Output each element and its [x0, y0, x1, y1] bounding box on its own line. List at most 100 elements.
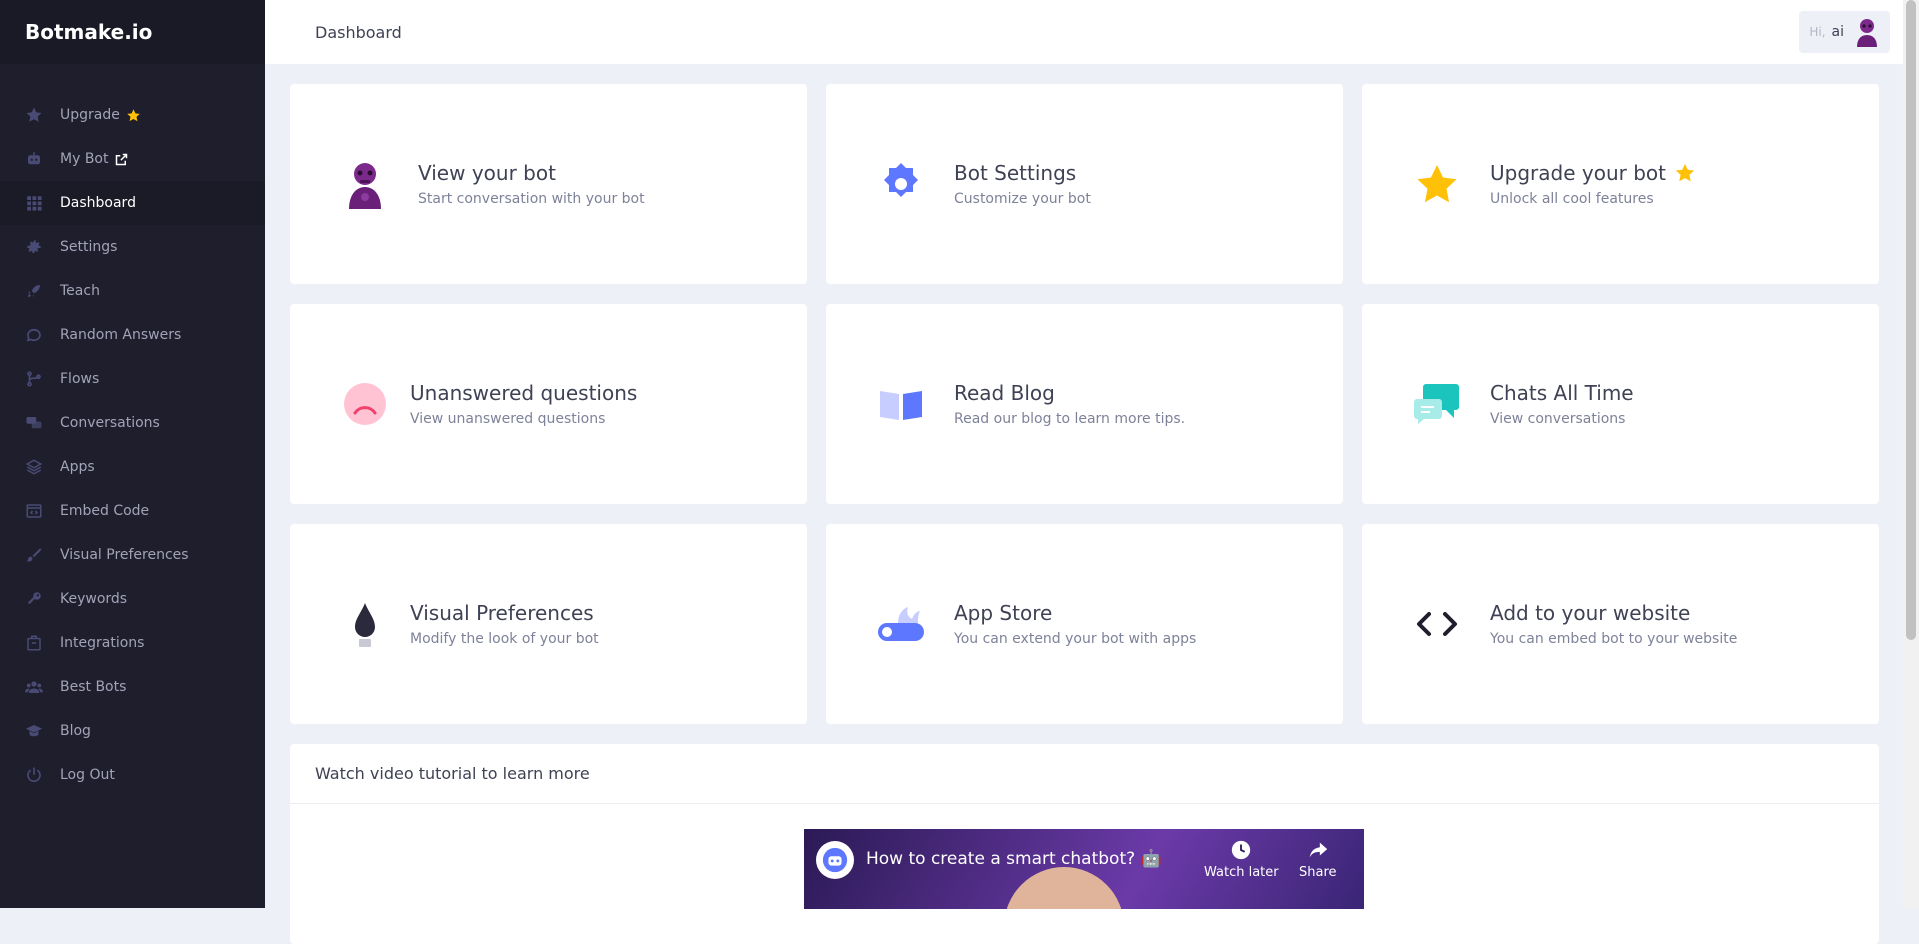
- users-icon: [25, 678, 43, 696]
- toggle-app-icon: [876, 599, 926, 649]
- user-menu[interactable]: Hi, ai: [1799, 11, 1890, 53]
- card-title: Bot Settings: [954, 161, 1077, 185]
- page-scrollbar[interactable]: [1903, 0, 1919, 908]
- sidebar-item-dashboard[interactable]: Dashboard: [0, 181, 265, 225]
- card-title: Chats All Time: [1490, 381, 1634, 405]
- sidebar-item-upgrade[interactable]: Upgrade: [0, 93, 265, 137]
- card-title: Unanswered questions: [410, 381, 638, 405]
- card-read-blog[interactable]: Read Blog Read our blog to learn more ti…: [826, 304, 1343, 504]
- sidebar-item-label: Apps: [60, 459, 95, 475]
- card-title: Add to your website: [1490, 601, 1691, 625]
- card-visual-preferences[interactable]: Visual Preferences Modify the look of yo…: [290, 524, 807, 724]
- star-badge-icon: [1675, 163, 1695, 182]
- username: ai: [1831, 24, 1844, 40]
- card-text: Chats All Time View conversations: [1490, 381, 1634, 427]
- card-text: Read Blog Read our blog to learn more ti…: [954, 381, 1185, 427]
- sidebar-item-label: Embed Code: [60, 503, 150, 519]
- sidebar-item-conversations[interactable]: Conversations: [0, 401, 265, 445]
- sidebar-item-integrations[interactable]: Integrations: [0, 621, 265, 665]
- chat-bubbles-icon: [1412, 379, 1462, 429]
- card-title: Visual Preferences: [410, 601, 594, 625]
- robot-avatar-icon: [340, 159, 390, 209]
- card-unanswered-questions[interactable]: Unanswered questions View unanswered que…: [290, 304, 807, 504]
- card-subtitle: Modify the look of your bot: [410, 631, 599, 647]
- sidebar-item-label: Random Answers: [60, 327, 182, 343]
- sidebar-item-best-bots[interactable]: Best Bots: [0, 665, 265, 709]
- sidebar-item-label: Blog: [60, 723, 91, 739]
- conversations-icon: [25, 414, 43, 432]
- flow-icon: [25, 370, 43, 388]
- sidebar-item-flows[interactable]: Flows: [0, 357, 265, 401]
- main-content: View your bot Start conversation with yo…: [290, 84, 1879, 944]
- star-badge-icon: [126, 108, 141, 123]
- card-subtitle: View conversations: [1490, 411, 1626, 427]
- sidebar: Botmake.io Upgrade My Bot Dashboard Sett…: [0, 0, 265, 908]
- briefcase-icon: [25, 634, 43, 652]
- card-text: Add to your website You can embed bot to…: [1490, 601, 1737, 647]
- card-app-store[interactable]: App Store You can extend your bot with a…: [826, 524, 1343, 724]
- card-bot-settings[interactable]: Bot Settings Customize your bot: [826, 84, 1343, 284]
- card-text: View your bot Start conversation with yo…: [418, 161, 645, 207]
- card-text: Unanswered questions View unanswered que…: [410, 381, 637, 427]
- card-subtitle: Read our blog to learn more tips.: [954, 411, 1186, 427]
- page-title: Dashboard: [315, 22, 402, 42]
- sidebar-item-apps[interactable]: Apps: [0, 445, 265, 489]
- card-text: Visual Preferences Modify the look of yo…: [410, 601, 599, 647]
- card-title: View your bot: [418, 161, 556, 185]
- star-icon: [25, 106, 43, 124]
- sidebar-item-random-answers[interactable]: Random Answers: [0, 313, 265, 357]
- greeting: Hi,: [1809, 25, 1826, 39]
- sidebar-item-teach[interactable]: Teach: [0, 269, 265, 313]
- sidebar-item-label: Visual Preferences: [60, 547, 189, 563]
- card-upgrade-your-bot[interactable]: Upgrade your bot Unlock all cool feature…: [1362, 84, 1879, 284]
- power-icon: [25, 766, 43, 784]
- chat-bubble-icon: [25, 326, 43, 344]
- code-brackets-icon: [1412, 599, 1462, 649]
- gear-icon: [25, 238, 43, 256]
- watch-later-button[interactable]: Watch later: [1204, 839, 1279, 880]
- brand-logo[interactable]: Botmake.io: [0, 0, 265, 64]
- sidebar-item-blog[interactable]: Blog: [0, 709, 265, 753]
- sidebar-item-label: My Bot: [60, 151, 109, 167]
- sidebar-item-embed-code[interactable]: Embed Code: [0, 489, 265, 533]
- card-text: Bot Settings Customize your bot: [954, 161, 1091, 207]
- sidebar-item-my-bot[interactable]: My Bot: [0, 137, 265, 181]
- card-add-to-website[interactable]: Add to your website You can embed bot to…: [1362, 524, 1879, 724]
- code-window-icon: [25, 502, 43, 520]
- video-title[interactable]: How to create a smart chatbot? 🤖: [866, 849, 1162, 869]
- sidebar-menu: Upgrade My Bot Dashboard Settings Teach …: [0, 93, 265, 797]
- share-label: Share: [1299, 865, 1337, 880]
- star-icon: [1412, 159, 1462, 209]
- channel-logo-icon[interactable]: [816, 841, 854, 879]
- dashboard-grid: View your bot Start conversation with yo…: [290, 84, 1879, 724]
- sidebar-item-log-out[interactable]: Log Out: [0, 753, 265, 797]
- share-button[interactable]: Share: [1299, 839, 1337, 880]
- top-header: Dashboard Hi, ai: [265, 0, 1903, 64]
- rocket-icon: [25, 282, 43, 300]
- sidebar-item-label: Upgrade: [60, 107, 120, 123]
- ink-drop-icon: [340, 599, 390, 649]
- graduation-cap-icon: [25, 722, 43, 740]
- sad-face-icon: [340, 379, 390, 429]
- card-subtitle: Customize your bot: [954, 191, 1091, 207]
- card-subtitle: Start conversation with your bot: [418, 191, 645, 207]
- sidebar-item-label: Settings: [60, 239, 118, 255]
- robot-icon: [25, 150, 43, 168]
- card-view-your-bot[interactable]: View your bot Start conversation with yo…: [290, 84, 807, 284]
- card-subtitle: You can extend your bot with apps: [954, 631, 1197, 647]
- sidebar-item-keywords[interactable]: Keywords: [0, 577, 265, 621]
- card-text: App Store You can extend your bot with a…: [954, 601, 1196, 647]
- sidebar-item-label: Conversations: [60, 415, 160, 431]
- sidebar-item-label: Integrations: [60, 635, 145, 651]
- video-player[interactable]: How to create a smart chatbot? 🤖 Watch l…: [804, 829, 1364, 909]
- card-chats-all-time[interactable]: Chats All Time View conversations: [1362, 304, 1879, 504]
- book-icon: [876, 379, 926, 429]
- card-subtitle: View unanswered questions: [410, 411, 606, 427]
- sidebar-item-visual-preferences[interactable]: Visual Preferences: [0, 533, 265, 577]
- sidebar-item-label: Flows: [60, 371, 100, 387]
- sidebar-item-settings[interactable]: Settings: [0, 225, 265, 269]
- key-icon: [25, 590, 43, 608]
- card-text: Upgrade your bot Unlock all cool feature…: [1490, 161, 1696, 207]
- share-icon: [1309, 842, 1327, 858]
- scrollbar-thumb[interactable]: [1906, 0, 1916, 640]
